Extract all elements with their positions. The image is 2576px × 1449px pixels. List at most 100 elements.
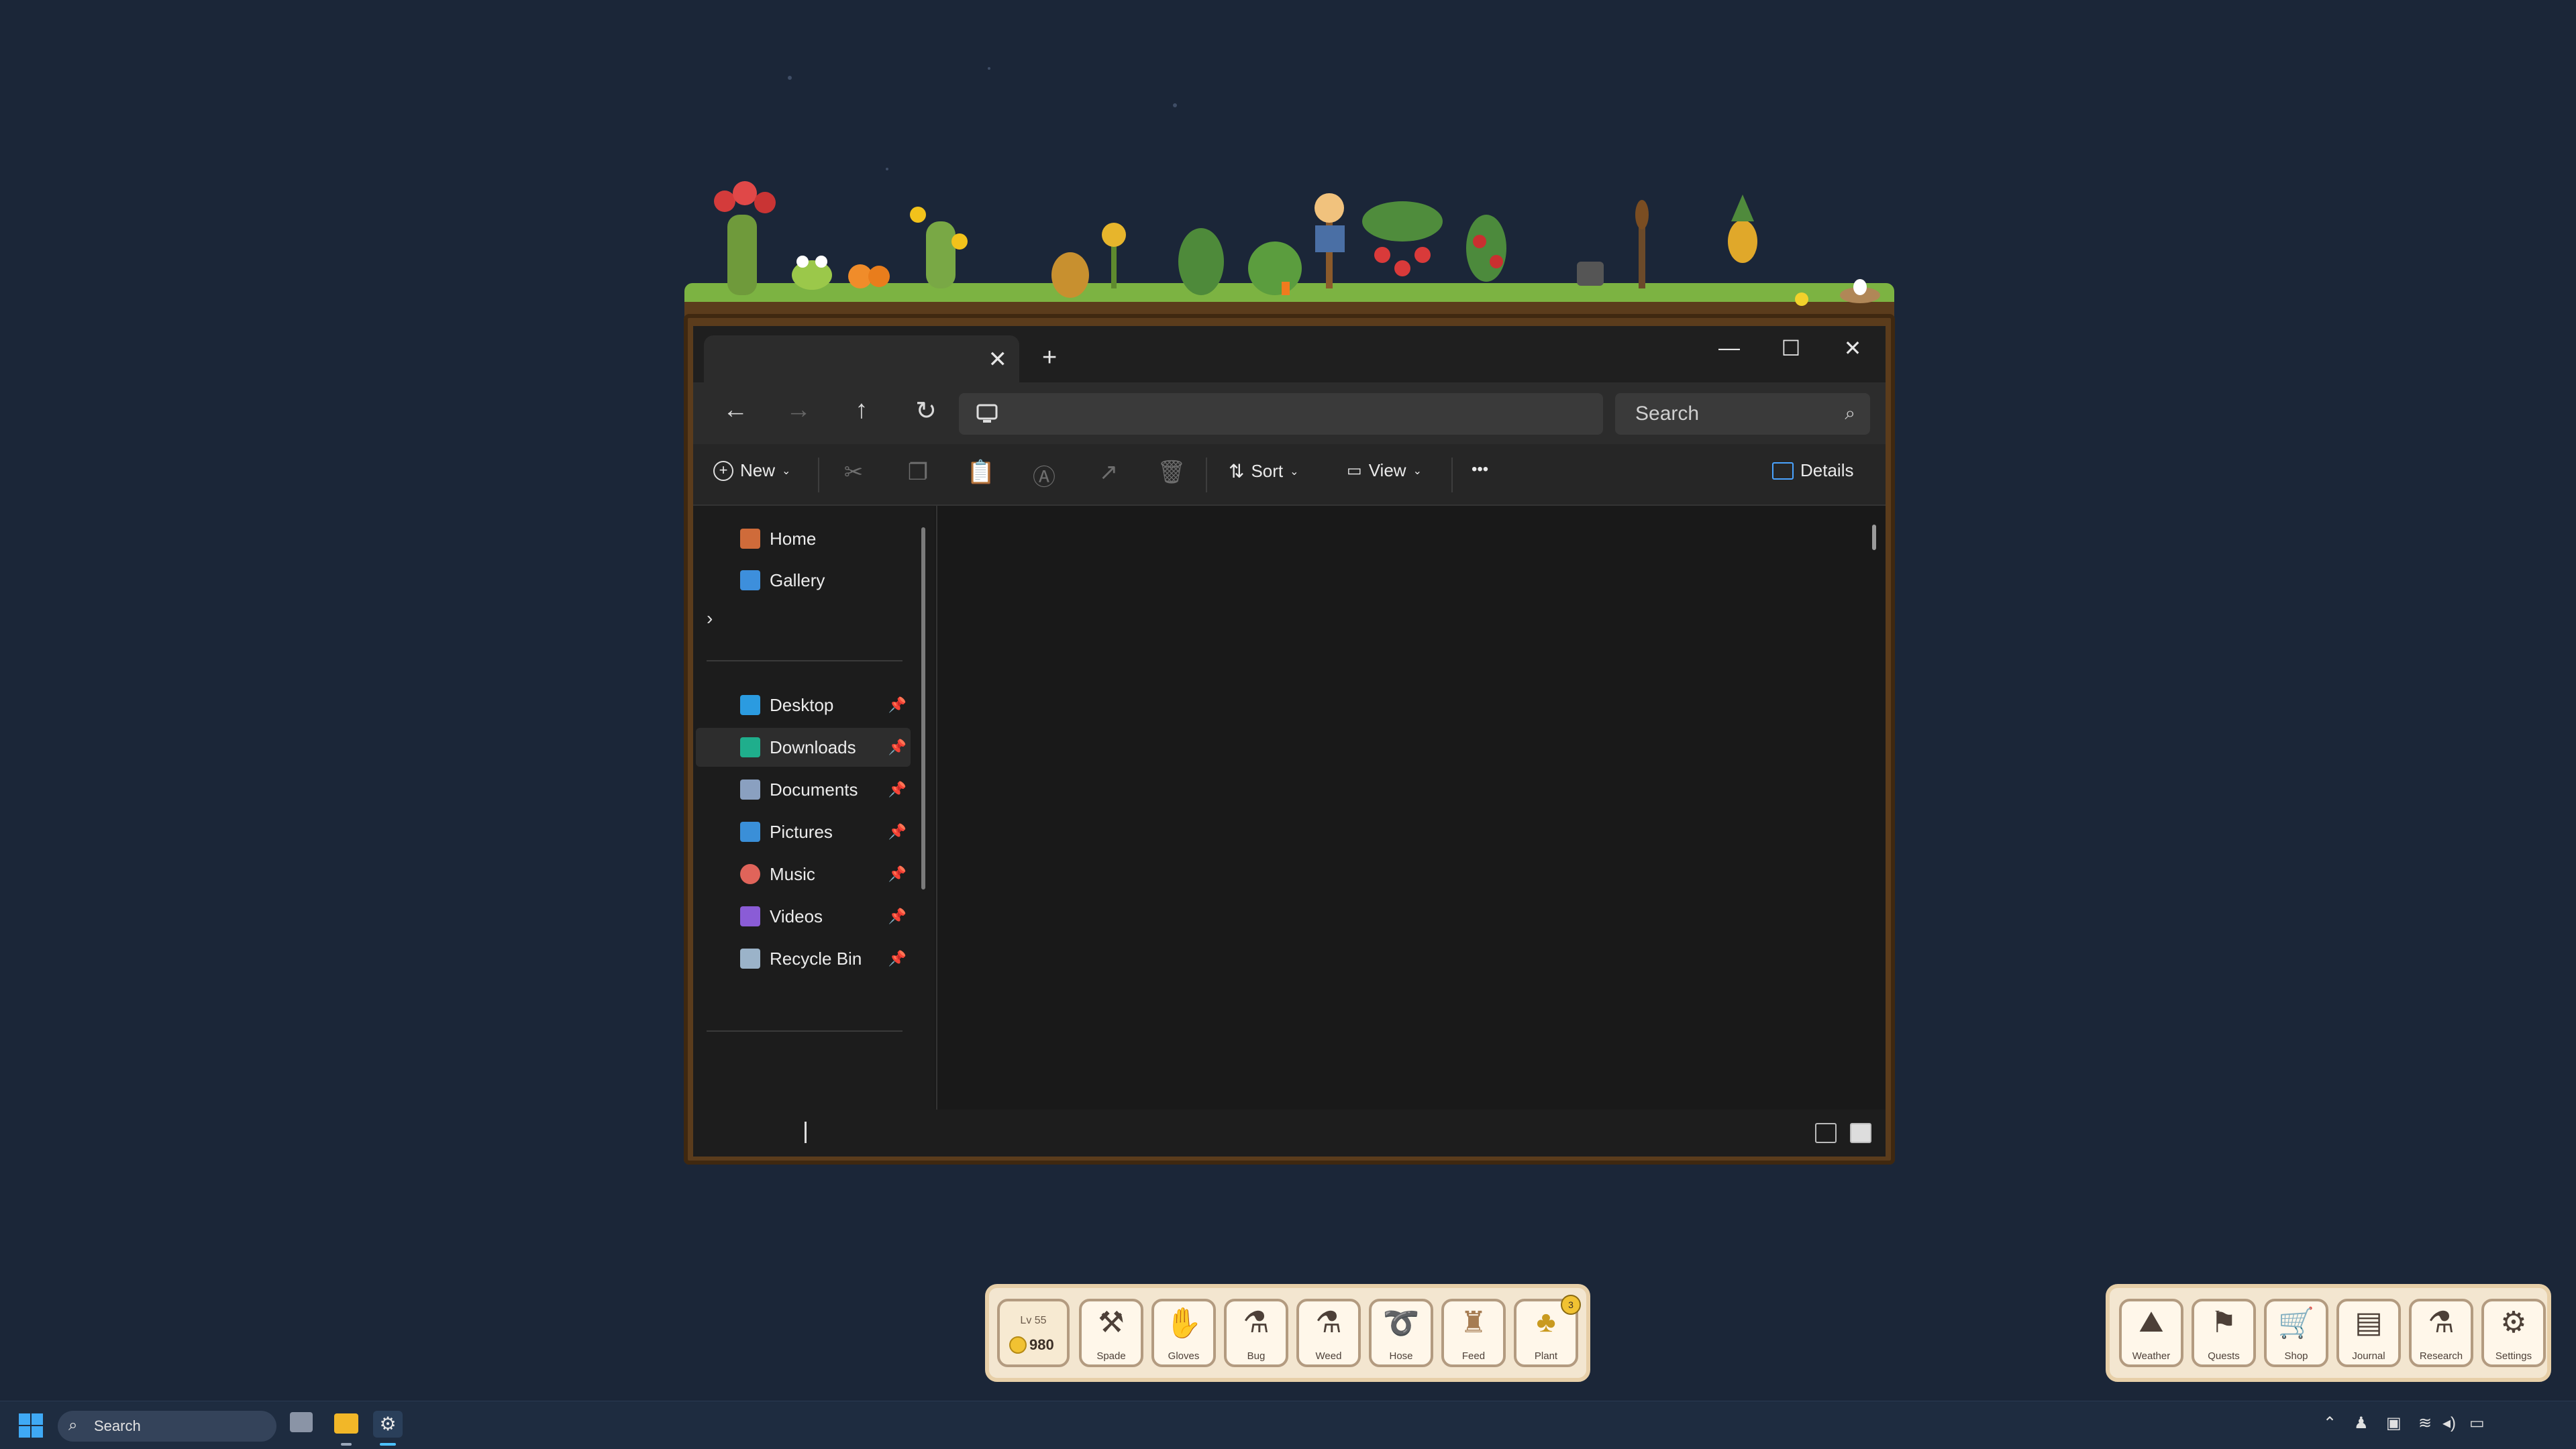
- sidebar-item-gallery[interactable]: Gallery: [696, 561, 911, 600]
- downloads-folder-icon: [740, 737, 760, 757]
- up-arrow-icon[interactable]: ↑: [845, 396, 878, 425]
- refresh-icon[interactable]: ↻: [909, 396, 943, 426]
- divider: [707, 660, 903, 661]
- sidebar-item-recycle-bin[interactable]: Recycle Bin 📌: [696, 939, 911, 978]
- tool-hose-button[interactable]: ➰ Hose: [1369, 1299, 1433, 1367]
- tool-spade-button[interactable]: ⚒ Spade: [1079, 1299, 1143, 1367]
- taskbar: ⌕ Search ⚙ ⌃ ♟ ▣ ≋ ◂) ▭: [0, 1401, 2576, 1449]
- copy-icon[interactable]: ❐: [901, 459, 935, 486]
- sidebar-item-home[interactable]: Home: [696, 519, 911, 558]
- battery-icon[interactable]: ▭: [2469, 1413, 2485, 1433]
- sidebar-item-label: Music: [770, 863, 815, 884]
- content-scrollbar[interactable]: [1872, 525, 1876, 550]
- pin-icon[interactable]: 📌: [888, 908, 907, 925]
- sidebar-item-documents[interactable]: Documents 📌: [696, 770, 911, 809]
- sidebar-item-videos[interactable]: Videos 📌: [696, 897, 911, 936]
- file-explorer-taskbar-icon[interactable]: [334, 1413, 358, 1434]
- sidebar-item-pictures[interactable]: Pictures 📌: [696, 812, 911, 851]
- star: [1173, 103, 1177, 107]
- sidebar-item-music[interactable]: Music 📌: [696, 855, 911, 894]
- task-view-icon[interactable]: [290, 1412, 313, 1432]
- file-list-area[interactable]: [937, 506, 1886, 1110]
- title-bar: ✕ + — ☐ ✕: [693, 326, 1886, 382]
- search-box[interactable]: Search ⌕: [1615, 393, 1870, 435]
- sidebar-item-label: Pictures: [770, 821, 833, 842]
- menu-journal-button[interactable]: ▤ Journal: [2336, 1299, 2401, 1367]
- view-icon: ▭: [1347, 462, 1362, 480]
- maximize-button[interactable]: ☐: [1771, 335, 1811, 361]
- minimize-button[interactable]: —: [1709, 335, 1749, 360]
- forward-arrow-icon[interactable]: →: [782, 396, 815, 425]
- share-icon[interactable]: ↗: [1092, 459, 1125, 486]
- chevron-down-icon: ⌄: [782, 465, 791, 477]
- pin-icon[interactable]: 📌: [888, 823, 907, 841]
- videos-folder-icon: [740, 906, 760, 926]
- tool-bug-button[interactable]: ⚗ Bug: [1224, 1299, 1288, 1367]
- sidebar-item-label: Recycle Bin: [770, 948, 862, 969]
- menu-quests-button[interactable]: ⚑ Quests: [2192, 1299, 2256, 1367]
- sort-label: Sort: [1251, 461, 1284, 481]
- star: [788, 76, 792, 80]
- pin-icon[interactable]: 📌: [888, 865, 907, 883]
- tool-gloves-button[interactable]: ✋ Gloves: [1151, 1299, 1216, 1367]
- sidebar-item-label: Videos: [770, 906, 823, 926]
- plant-count-badge: 3: [1561, 1295, 1581, 1315]
- windows-start-icon[interactable]: [19, 1413, 43, 1438]
- sidebar-item-label: Documents: [770, 779, 858, 800]
- close-window-button[interactable]: ✕: [1833, 335, 1873, 361]
- sidebar-item-desktop[interactable]: Desktop 📌: [696, 686, 911, 724]
- tool-label: Feed: [1461, 1350, 1486, 1362]
- more-options-button[interactable]: •••: [1472, 460, 1488, 479]
- show-hidden-icons-icon[interactable]: ⌃: [2323, 1413, 2336, 1433]
- file-explorer-window: ✕ + — ☐ ✕ ← → ↑ ↻ Search ⌕ + New ⌄ ✂ ❐ 📋…: [693, 326, 1886, 1157]
- tool-weed-button[interactable]: ⚗ Weed: [1296, 1299, 1361, 1367]
- text-caret: [805, 1122, 807, 1143]
- music-folder-icon: [740, 864, 760, 884]
- tool-feed-button[interactable]: ♜ Feed: [1441, 1299, 1506, 1367]
- level-label: Lv 55: [1020, 1315, 1047, 1326]
- paste-icon[interactable]: 📋: [964, 459, 998, 486]
- details-view-icon[interactable]: [1815, 1123, 1837, 1143]
- back-arrow-icon[interactable]: ←: [719, 396, 752, 425]
- pin-icon[interactable]: 📌: [888, 781, 907, 798]
- expand-chevron-icon[interactable]: ›: [707, 608, 713, 629]
- tiles-view-icon[interactable]: [1850, 1123, 1871, 1143]
- address-bar[interactable]: [959, 393, 1603, 435]
- pin-icon[interactable]: 📌: [888, 950, 907, 967]
- new-button[interactable]: + New ⌄: [713, 460, 790, 481]
- sort-button[interactable]: ⇅ Sort ⌄: [1229, 460, 1299, 482]
- details-button[interactable]: Details: [1772, 460, 1853, 481]
- volume-icon[interactable]: ◂): [2442, 1413, 2456, 1433]
- menu-shop-button[interactable]: 🛒 Shop: [2264, 1299, 2328, 1367]
- tray-app-icon[interactable]: ▣: [2386, 1413, 2402, 1433]
- weather-icon: ⛰: [2139, 1305, 2164, 1338]
- explorer-tab[interactable]: ✕: [704, 335, 1019, 382]
- taskbar-search-label: Search: [94, 1417, 141, 1434]
- sidebar-item-downloads[interactable]: Downloads 📌: [696, 728, 911, 767]
- divider: [707, 1030, 903, 1032]
- new-tab-button[interactable]: +: [1042, 343, 1057, 372]
- tool-plant-button[interactable]: ♣ Plant 3: [1514, 1295, 1581, 1367]
- divider: [818, 458, 819, 492]
- tool-label: Spade: [1096, 1350, 1126, 1362]
- menu-research-button[interactable]: ⚗ Research: [2409, 1299, 2473, 1367]
- delete-icon[interactable]: 🗑: [1155, 459, 1188, 486]
- status-bar: [693, 1110, 1886, 1157]
- rename-icon[interactable]: Ⓐ: [1027, 459, 1061, 492]
- menu-settings-button[interactable]: ⚙ Settings: [2481, 1299, 2546, 1367]
- wifi-icon[interactable]: ≋: [2418, 1413, 2432, 1433]
- search-icon: ⌕: [1845, 402, 1855, 423]
- steam-taskbar-icon[interactable]: ⚙: [373, 1411, 403, 1438]
- sidebar-item-label: Gallery: [770, 570, 825, 590]
- menu-weather-button[interactable]: ⛰ Weather: [2119, 1299, 2183, 1367]
- view-button[interactable]: ▭ View ⌄: [1347, 460, 1422, 481]
- tab-close-icon[interactable]: ✕: [988, 346, 1008, 373]
- pin-icon[interactable]: 📌: [888, 739, 907, 756]
- tray-app-icon[interactable]: ♟: [2354, 1413, 2369, 1433]
- menu-toolbar: ⛰ Weather ⚑ Quests 🛒 Shop ▤ Journal ⚗ Re…: [2106, 1284, 2551, 1382]
- taskbar-search-box[interactable]: ⌕ Search: [58, 1411, 276, 1442]
- sidebar-scrollbar[interactable]: [921, 527, 925, 890]
- pin-icon[interactable]: 📌: [888, 696, 907, 714]
- address-row: ← → ↑ ↻ Search ⌕: [693, 382, 1886, 444]
- cut-icon[interactable]: ✂: [837, 459, 870, 486]
